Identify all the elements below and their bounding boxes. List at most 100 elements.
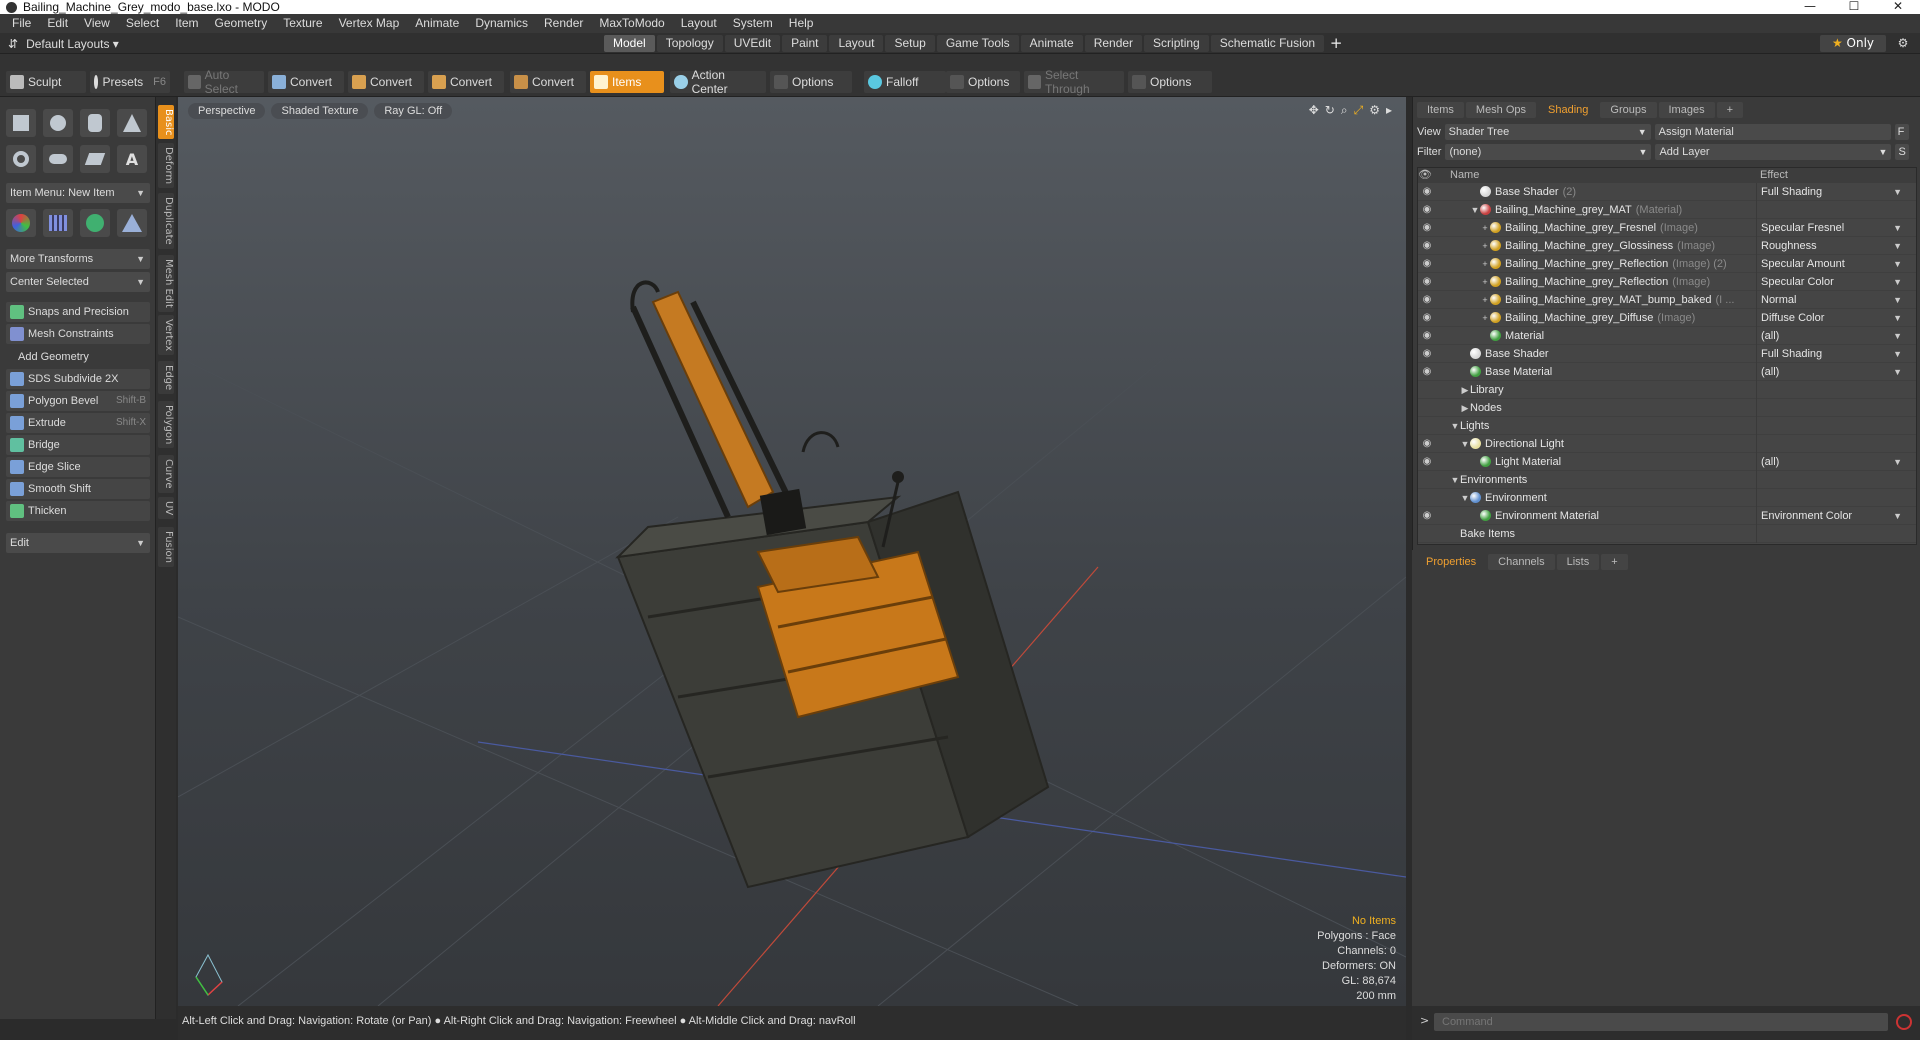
vtab-edge[interactable]: Edge (158, 361, 174, 395)
viewport-gear-icon[interactable]: ⚙ (1369, 103, 1380, 118)
effect-dropdown[interactable]: Full Shading ▼ (1756, 344, 1906, 363)
tab-game-tools[interactable]: Game Tools (936, 35, 1019, 52)
menu-texture[interactable]: Texture (275, 14, 330, 33)
menu-render[interactable]: Render (536, 14, 591, 33)
tab-animate[interactable]: Animate (1020, 35, 1083, 52)
vtab-mesh-edit[interactable]: Mesh Edit (158, 255, 174, 312)
shader-tree-row[interactable]: ▼Lights (1418, 416, 1916, 435)
move-icon[interactable] (6, 209, 36, 237)
visibility-eye-icon[interactable]: ◉ (1418, 258, 1436, 269)
tab-topology[interactable]: Topology (656, 35, 723, 52)
menu-system[interactable]: System (725, 14, 781, 33)
visibility-eye-icon[interactable]: ◉ (1418, 204, 1436, 215)
vtab-basic[interactable]: Basic (158, 105, 174, 140)
expand-toggle-icon[interactable]: ▼ (1450, 417, 1460, 435)
shader-tree-row[interactable]: ◉ + Bailing_Machine_grey_Reflection (Image)… (1418, 254, 1916, 273)
vtab-curve[interactable]: Curve (158, 455, 174, 493)
shader-tree-row[interactable]: ◉ Base Shader Full Shading ▼ (1418, 344, 1916, 363)
expand-toggle-icon[interactable]: + (1480, 237, 1490, 255)
visibility-eye-icon[interactable]: ◉ (1418, 366, 1436, 377)
pen-icon[interactable] (80, 145, 110, 173)
cone-icon[interactable] (117, 109, 147, 137)
add-props-tab-plus-icon[interactable]: + (1601, 554, 1628, 570)
layout-toggle-icon[interactable]: ⇵ (8, 37, 18, 51)
vtab-polygon[interactable]: Polygon (158, 401, 174, 449)
shader-tree-row[interactable]: ◉ + Bailing_Machine_grey_MAT_bump_baked (I … (1418, 290, 1916, 309)
effect-dropdown[interactable] (1756, 524, 1906, 543)
expand-toggle-icon[interactable]: ▼ (1470, 201, 1480, 219)
visibility-eye-icon[interactable]: ◉ (1418, 348, 1436, 359)
items-mode-button[interactable]: Items (590, 71, 664, 93)
vtab-fusion[interactable]: Fusion (158, 527, 174, 567)
pan-icon[interactable]: ✥ (1309, 103, 1319, 118)
record-macro-icon[interactable] (1896, 1014, 1912, 1030)
shader-tree-row[interactable]: ▼Environments (1418, 470, 1916, 489)
tab-properties[interactable]: Properties (1416, 554, 1487, 570)
effect-dropdown[interactable] (1756, 434, 1906, 453)
convert-vertices-button[interactable]: Convert (268, 71, 344, 93)
vtab-uv[interactable]: UV (158, 497, 174, 520)
tab-model[interactable]: Model (604, 35, 655, 52)
vtab-deform[interactable]: Deform (158, 143, 174, 189)
select-through-options-button[interactable]: Options (1128, 71, 1212, 93)
effect-dropdown[interactable] (1756, 416, 1906, 435)
add-tab-plus-icon[interactable]: + (1326, 35, 1346, 52)
only-button[interactable]: ★ Only (1820, 35, 1886, 52)
tab-paint[interactable]: Paint (782, 35, 828, 52)
effect-dropdown[interactable]: Full Shading ▼ (1756, 182, 1906, 201)
shader-tree-row[interactable]: ▼ Environment (1418, 488, 1916, 507)
tab-layout[interactable]: Layout (829, 35, 884, 52)
tab-setup[interactable]: Setup (885, 35, 935, 52)
gear-icon[interactable]: ⚙ (1894, 35, 1912, 52)
expand-toggle-icon[interactable]: + (1480, 219, 1490, 237)
visibility-eye-icon[interactable]: ◉ (1418, 294, 1436, 305)
visibility-eye-icon[interactable]: ◉ (1418, 276, 1436, 287)
center-selected-dropdown[interactable]: Center Selected ▼ (6, 272, 150, 292)
shader-tree-row[interactable]: ▶ Nodes (1418, 398, 1916, 417)
shader-tree-row[interactable]: ◉ Base Shader (2) Full Shading ▼ (1418, 182, 1916, 201)
layout-selector[interactable]: ⇵ Default Layouts ▾ (8, 35, 119, 52)
tab-mesh-ops[interactable]: Mesh Ops (1465, 102, 1537, 118)
menu-vertex-map[interactable]: Vertex Map (331, 14, 408, 33)
menu-layout[interactable]: Layout (673, 14, 725, 33)
3d-viewport[interactable]: Perspective Shaded Texture Ray GL: Off ✥… (178, 97, 1406, 1006)
add-geometry-section[interactable]: Add Geometry (6, 349, 150, 366)
visibility-eye-icon[interactable]: ◉ (1418, 438, 1436, 449)
effect-dropdown[interactable]: Specular Fresnel ▼ (1756, 218, 1906, 237)
shader-tree-row[interactable]: ◉ + Bailing_Machine_grey_Diffuse (Image) Dif… (1418, 308, 1916, 327)
grid-icon[interactable] (43, 209, 73, 237)
shader-tree-row[interactable]: ◉ + Bailing_Machine_grey_Reflection (Image)… (1418, 272, 1916, 291)
visibility-eye-icon[interactable]: ◉ (1418, 510, 1436, 521)
tab-render[interactable]: Render (1084, 35, 1143, 52)
menu-view[interactable]: View (76, 14, 118, 33)
expand-toggle-icon[interactable]: + (1480, 273, 1490, 291)
tab-uvedit[interactable]: UVEdit (724, 35, 781, 52)
edge-slice-button[interactable]: Edge Slice (6, 457, 150, 477)
view-dropdown[interactable]: Shader Tree ▼ (1444, 124, 1651, 140)
tab-items[interactable]: Items (1417, 102, 1464, 118)
vtab-duplicate[interactable]: Duplicate (158, 193, 174, 249)
extrude-button[interactable]: Extrude Shift-X (6, 413, 150, 433)
select-through-button[interactable]: Select Through (1024, 68, 1124, 96)
shader-tree-row[interactable]: ◉ Environment Material Environment Color ▼ (1418, 506, 1916, 525)
shader-tree-row[interactable]: ◉ + Bailing_Machine_grey_Glossiness (Image)… (1418, 236, 1916, 255)
column-name[interactable]: Name (1436, 168, 1756, 183)
tab-schematic-fusion[interactable]: Schematic Fusion (1210, 35, 1325, 52)
tab-channels[interactable]: Channels (1488, 554, 1555, 570)
effect-dropdown[interactable] (1756, 398, 1906, 417)
effect-dropdown[interactable]: Specular Amount ▼ (1756, 254, 1906, 273)
menu-maxtomodo[interactable]: MaxToModo (591, 14, 672, 33)
bridge-button[interactable]: Bridge (6, 435, 150, 455)
effect-dropdown[interactable]: Normal ▼ (1756, 290, 1906, 309)
visibility-eye-icon[interactable]: ◉ (1418, 240, 1436, 251)
presets-button[interactable]: Presets F6 (90, 71, 170, 93)
menu-help[interactable]: Help (781, 14, 822, 33)
column-effect[interactable]: Effect (1756, 168, 1906, 183)
perspective-view-tab[interactable]: Perspective (188, 103, 266, 119)
edit-dropdown[interactable]: Edit ▼ (6, 533, 150, 553)
zoom-icon[interactable]: ⌕ (1341, 103, 1348, 118)
text-icon[interactable]: A (117, 145, 147, 173)
sds-subdivide-button[interactable]: SDS Subdivide 2X (6, 369, 150, 389)
close-button[interactable]: ✕ (1876, 0, 1920, 14)
expand-toggle-icon[interactable]: + (1480, 309, 1490, 327)
